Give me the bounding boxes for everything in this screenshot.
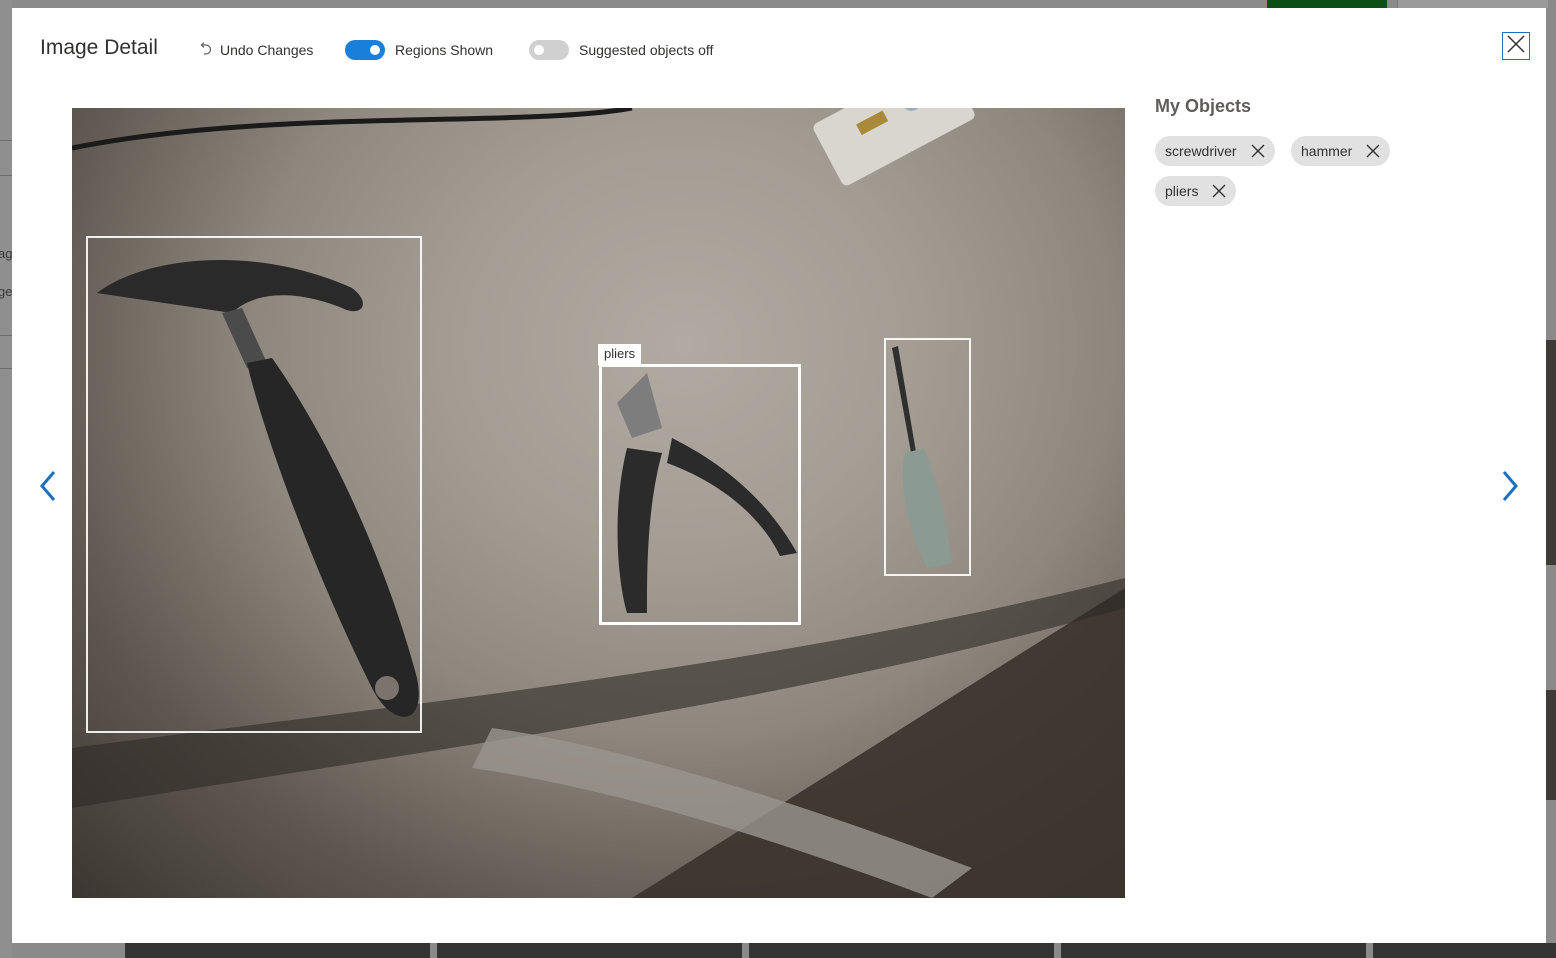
- chevron-left-icon: [39, 470, 57, 507]
- undo-icon: [198, 42, 212, 58]
- background-thumbnail: [1546, 340, 1556, 565]
- suggested-toggle-switch[interactable]: [529, 40, 569, 60]
- object-tag-label: hammer: [1301, 143, 1353, 159]
- background-secondary-button: [1397, 0, 1548, 8]
- my-objects-title: My Objects: [1155, 96, 1252, 116]
- regions-shown-toggle[interactable]: Regions Shown: [345, 40, 493, 60]
- region-box-pliers[interactable]: [599, 364, 801, 625]
- background-thumbnail: [125, 943, 430, 958]
- close-button[interactable]: [1502, 32, 1530, 60]
- background-sidebar-text: ag: [0, 246, 13, 261]
- image-detail-dialog: Image Detail Undo Changes Regions Shown …: [12, 8, 1546, 943]
- previous-image-button[interactable]: [36, 470, 60, 506]
- object-tag-chip[interactable]: screwdriver: [1155, 136, 1275, 166]
- chevron-right-icon: [1501, 470, 1519, 507]
- background-thumbnail: [749, 943, 1054, 958]
- background-sidebar: ag ge: [0, 0, 12, 958]
- next-image-button[interactable]: [1498, 470, 1522, 506]
- region-box-screwdriver[interactable]: [884, 338, 971, 576]
- background-thumbnail: [1061, 943, 1366, 958]
- dialog-title: Image Detail: [40, 36, 158, 59]
- object-tag-label: screwdriver: [1165, 143, 1237, 159]
- object-tag-chip[interactable]: pliers: [1155, 176, 1237, 206]
- close-icon: [1507, 34, 1525, 58]
- remove-icon[interactable]: [1251, 144, 1265, 158]
- object-tag-chip[interactable]: hammer: [1291, 136, 1391, 166]
- background-thumbnail: [1373, 943, 1556, 958]
- suggested-toggle-label: Suggested objects off: [579, 42, 714, 58]
- remove-icon[interactable]: [1212, 184, 1226, 198]
- background-sidebar-text: ge: [0, 284, 13, 299]
- remove-icon[interactable]: [1366, 144, 1380, 158]
- image-canvas[interactable]: pliers: [72, 108, 1125, 898]
- background-thumbnail: [1546, 690, 1556, 800]
- undo-changes-button[interactable]: Undo Changes: [198, 42, 313, 58]
- suggested-objects-toggle[interactable]: Suggested objects off: [529, 40, 713, 60]
- regions-toggle-label: Regions Shown: [395, 42, 494, 58]
- region-box-hammer[interactable]: [86, 236, 422, 733]
- undo-changes-label: Undo Changes: [220, 42, 314, 58]
- background-primary-button: [1267, 0, 1387, 8]
- object-tag-label: pliers: [1165, 183, 1199, 199]
- regions-toggle-switch[interactable]: [345, 40, 385, 60]
- region-label-pliers: pliers: [598, 344, 642, 365]
- background-thumbnail: [437, 943, 742, 958]
